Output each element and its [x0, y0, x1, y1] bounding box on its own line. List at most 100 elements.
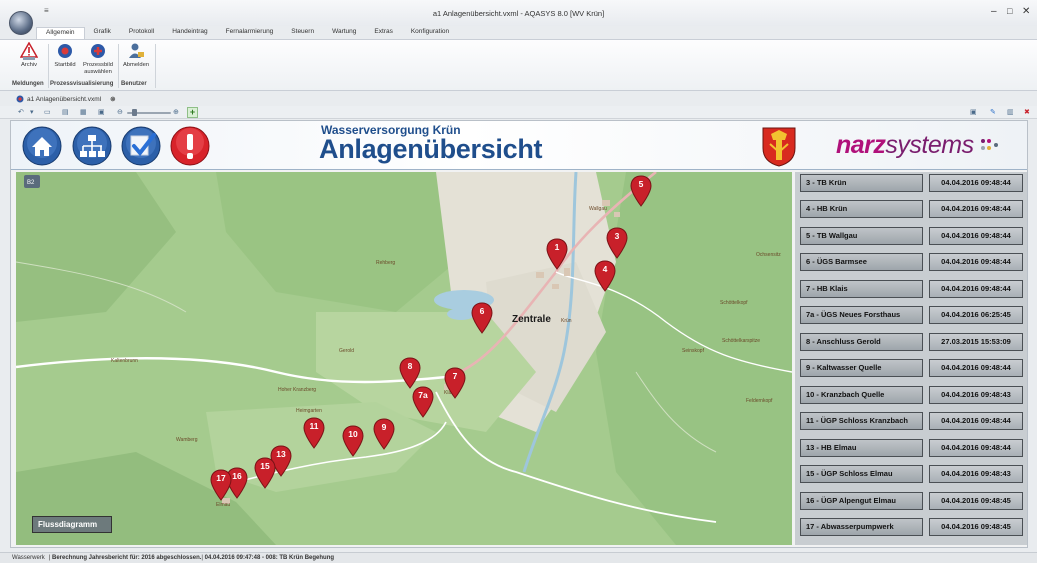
tab-fernalarmierung[interactable]: Fernalarmierung	[217, 27, 283, 39]
flussdiagramm-button[interactable]: Flussdiagramm	[32, 516, 112, 533]
station-row: 5 - TB Wallgau 04.04.2016 09:48:44	[800, 227, 1024, 245]
map-pin-11[interactable]: 11	[303, 417, 325, 449]
tab-extras[interactable]: Extras	[365, 27, 401, 39]
alarm-exclamation-icon	[170, 126, 210, 166]
start-screen-icon	[58, 44, 72, 58]
station-button[interactable]: 8 - Anschluss Gerold	[800, 333, 923, 351]
add-button[interactable]: +	[187, 107, 198, 118]
map-pin-1[interactable]: 1	[546, 238, 568, 270]
maximize-button[interactable]: □	[1007, 6, 1012, 16]
map-pin-6[interactable]: 6	[471, 302, 493, 334]
map-pin-17[interactable]: 17	[210, 469, 232, 501]
station-timestamp: 04.04.2016 09:48:44	[929, 439, 1023, 457]
station-timestamp: 04.04.2016 09:48:44	[929, 359, 1023, 377]
group-prozessvisualisierung: Prozessvisualisierung	[50, 81, 114, 87]
dropdown-icon[interactable]: ▾	[30, 108, 34, 116]
tab-wartung[interactable]: Wartung	[323, 27, 365, 39]
zentrale-label: Zentrale	[512, 314, 551, 325]
document-tab[interactable]: a1 Anlagenübersicht.vxml ⊗	[16, 93, 116, 105]
alarm-button[interactable]	[170, 126, 210, 166]
prozessbild-auswaehlen-button[interactable]: Prozessbild auswählen	[81, 42, 115, 75]
status-source: Wasserwerk	[12, 555, 45, 561]
station-timestamp: 04.04.2016 09:48:44	[929, 227, 1023, 245]
station-button[interactable]: 7a - ÜGS Neues Forsthaus	[800, 306, 923, 324]
station-button[interactable]: 13 - HB Elmau	[800, 439, 923, 457]
minimize-button[interactable]: –	[991, 6, 997, 17]
place-label: Seinskopf	[682, 348, 704, 354]
map-pin-8[interactable]: 8	[399, 357, 421, 389]
station-row: 13 - HB Elmau 04.04.2016 09:48:44	[800, 439, 1024, 457]
station-timestamp: 04.04.2016 09:48:43	[929, 386, 1023, 404]
open-icon[interactable]: ▭	[44, 108, 51, 116]
station-button[interactable]: 17 - Abwasserpumpwerk	[800, 518, 923, 536]
viewer-toolbar: ↶ ▾ ▭ ▤ ▦ ▣ ⊖ ⊕ + ▣ ✎ ▥ ✖	[0, 106, 1037, 119]
tab-konfiguration[interactable]: Konfiguration	[402, 27, 458, 39]
tab-allgemein[interactable]: Allgemein	[36, 27, 85, 39]
station-row: 6 - ÜGS Barmsee 04.04.2016 09:48:44	[800, 253, 1024, 271]
station-row: 9 - Kaltwasser Quelle 04.04.2016 09:48:4…	[800, 359, 1024, 377]
map-pin-3[interactable]: 3	[606, 227, 628, 259]
zoom-in-icon[interactable]: ⊕	[173, 108, 179, 116]
tab-handeintrag[interactable]: Handeintrag	[163, 27, 216, 39]
map-pin-9[interactable]: 9	[373, 418, 395, 450]
abmelden-button[interactable]: Abmelden	[119, 42, 153, 69]
station-timestamp: 04.04.2016 06:25:45	[929, 306, 1023, 324]
view-icon[interactable]: ▦	[80, 108, 87, 116]
document-icon	[16, 95, 24, 103]
place-label: Schöttelkopf	[720, 300, 748, 306]
station-row: 15 - ÜGP Schloss Elmau 04.04.2016 09:48:…	[800, 465, 1024, 483]
pin-icon[interactable]: ✎	[990, 108, 996, 116]
print-icon[interactable]: ▤	[62, 108, 69, 116]
place-label: Wallgau	[589, 206, 607, 212]
place-label: Schöttelkarspitze	[722, 338, 761, 344]
station-button[interactable]: 10 - Kranzbach Quelle	[800, 386, 923, 404]
acknowledge-button[interactable]	[121, 126, 161, 166]
station-button[interactable]: 6 - ÜGS Barmsee	[800, 253, 923, 271]
station-button[interactable]: 4 - HB Krün	[800, 200, 923, 218]
narzsystems-logo: narzsystems	[836, 131, 1002, 160]
logout-user-icon	[129, 43, 144, 58]
station-button[interactable]: 5 - TB Wallgau	[800, 227, 923, 245]
map-pin-4[interactable]: 4	[594, 260, 616, 292]
tab-steuern[interactable]: Steuern	[282, 27, 323, 39]
station-button[interactable]: 15 - ÜGP Schloss Elmau	[800, 465, 923, 483]
station-button[interactable]: 11 - ÜGP Schloss Kranzbach	[800, 412, 923, 430]
network-overview-button[interactable]	[72, 126, 112, 166]
place-label: Wamberg	[176, 437, 198, 443]
startbild-button[interactable]: Startbild	[48, 42, 82, 69]
tab-grafik[interactable]: Grafik	[85, 27, 120, 39]
zoom-out-icon[interactable]: ⊖	[117, 108, 123, 116]
place-label: Ochsensitz	[756, 252, 781, 258]
close-button[interactable]: ✕	[1022, 6, 1030, 17]
svg-text:B2: B2	[27, 180, 35, 186]
navigate-icon[interactable]: ↶	[18, 108, 24, 116]
station-button[interactable]: 16 - ÜGP Alpengut Elmau	[800, 492, 923, 510]
home-button[interactable]	[22, 126, 62, 166]
station-row: 4 - HB Krün 04.04.2016 09:48:44	[800, 200, 1024, 218]
place-label: Gerold	[339, 348, 355, 354]
status-last-event: 04.04.2016 09:47:48 - 008: TB Krün Begeh…	[204, 555, 335, 561]
application-menu-button[interactable]	[9, 11, 33, 35]
fit-icon[interactable]: ▣	[98, 108, 105, 116]
station-button[interactable]: 7 - HB Klais	[800, 280, 923, 298]
screenshot-icon[interactable]: ▣	[970, 108, 977, 116]
station-button[interactable]: 9 - Kaltwasser Quelle	[800, 359, 923, 377]
zoom-slider-handle[interactable]	[132, 109, 137, 116]
station-timestamp: 04.04.2016 09:48:44	[929, 174, 1023, 192]
place-label: Krün	[561, 318, 572, 324]
map-pin-15[interactable]: 15	[254, 457, 276, 489]
map-pin-10[interactable]: 10	[342, 425, 364, 457]
station-button[interactable]: 3 - TB Krün	[800, 174, 923, 192]
close-view-icon[interactable]: ✖	[1024, 108, 1030, 116]
archiv-button[interactable]: Archiv	[12, 42, 46, 69]
document-tab-label: a1 Anlagenübersicht.vxml	[27, 95, 102, 103]
layout-icon[interactable]: ▥	[1007, 108, 1014, 116]
map-pin-5[interactable]: 5	[630, 175, 652, 207]
map-pin-7[interactable]: 7	[444, 367, 466, 399]
station-timestamp: 04.04.2016 09:48:44	[929, 412, 1023, 430]
close-tab-icon[interactable]: ⊗	[110, 95, 115, 103]
map-view[interactable]: B2 Kaltenbrunn Gerold Wallgau Krün Klais…	[16, 172, 792, 545]
tab-protokoll[interactable]: Protokoll	[120, 27, 163, 39]
map-pin-7a[interactable]: 7a	[412, 386, 434, 418]
station-timestamp: 04.04.2016 09:48:44	[929, 280, 1023, 298]
